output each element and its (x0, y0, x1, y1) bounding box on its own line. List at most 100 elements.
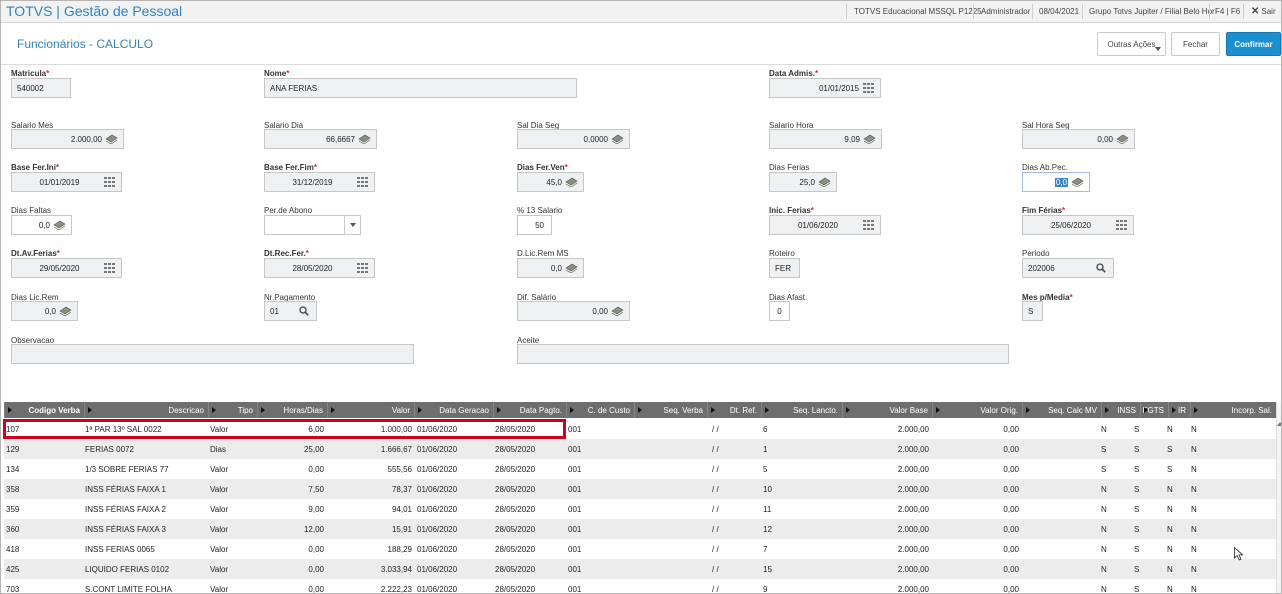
base-fer-fim-field[interactable]: 31/12/2019 (264, 172, 375, 192)
scroll-up-icon[interactable] (1277, 422, 1281, 426)
money-icon[interactable] (862, 132, 876, 146)
table-row[interactable]: 107 1ª PAR 13º SAL 0022 Valor 6,00 1.000,00 0… (4, 419, 1276, 439)
dt-rec-fer-field[interactable]: 28/05/2020 (264, 258, 375, 278)
sort-arrow-icon[interactable] (765, 407, 769, 413)
table-row[interactable]: 358 INSS FÉRIAS FAIXA 1 Valor 7,50 78,37 01/0… (4, 479, 1276, 499)
sort-arrow-icon[interactable] (497, 407, 501, 413)
confirm-button[interactable]: Confirmar (1226, 32, 1281, 56)
sort-arrow-icon[interactable] (936, 407, 940, 413)
sort-arrow-icon[interactable] (570, 407, 574, 413)
money-icon[interactable] (52, 218, 66, 232)
column-header[interactable]: Valor (327, 402, 414, 418)
column-header[interactable]: Seq. Lancto. (761, 402, 842, 418)
close-button[interactable]: Fechar (1171, 32, 1220, 56)
sort-arrow-icon[interactable] (1144, 407, 1148, 413)
sort-arrow-icon[interactable] (1026, 407, 1030, 413)
table-row[interactable]: 129 FERIAS 0072 Dias 25,00 1.666,67 01/06/202… (4, 439, 1276, 459)
pct-13-salario-field[interactable]: 50 (517, 215, 552, 235)
calendar-icon[interactable] (861, 218, 875, 232)
money-icon[interactable] (610, 132, 624, 146)
chevron-down-icon[interactable] (344, 216, 360, 234)
dias-lic-rem-field[interactable]: 0,0 (11, 301, 78, 321)
sort-arrow-icon[interactable] (88, 407, 92, 413)
sort-arrow-icon[interactable] (1194, 407, 1198, 413)
aceite-field[interactable] (517, 344, 1009, 364)
shortcut-label[interactable]: F4 | F6 (1215, 7, 1240, 16)
column-header[interactable]: Seq. Verba (634, 402, 707, 418)
vertical-scrollbar[interactable] (1276, 402, 1281, 593)
roteiro-field[interactable]: FER (769, 258, 800, 278)
table-row[interactable]: 425 LIQUIDO FERIAS 0102 Valor 0,00 3.033,94 0… (4, 559, 1276, 579)
dias-afast-field[interactable]: 0 (769, 301, 790, 321)
sort-arrow-icon[interactable] (261, 407, 265, 413)
column-header[interactable]: Tipo (208, 402, 257, 418)
dt-av-ferias-field[interactable]: 29/05/2020 (11, 258, 122, 278)
sort-arrow-icon[interactable] (1105, 407, 1109, 413)
mes-p-media-field[interactable]: S (1022, 301, 1043, 321)
sort-arrow-icon[interactable] (638, 407, 642, 413)
column-header[interactable]: Horas/Dias (257, 402, 327, 418)
column-header[interactable]: Codigo Verba (4, 402, 84, 418)
column-header[interactable]: Dt. Ref. (707, 402, 761, 418)
column-header[interactable]: FGTS (1140, 402, 1168, 418)
money-icon[interactable] (1115, 132, 1129, 146)
nome-field[interactable]: ANA FERIAS (264, 78, 577, 98)
column-header[interactable]: Data Pagto. (493, 402, 566, 418)
search-icon[interactable] (297, 304, 311, 318)
column-header[interactable]: Data Geracao (414, 402, 493, 418)
nr-pagamento-field[interactable]: 01 (264, 301, 317, 321)
column-header[interactable]: Seq. Calc MV (1022, 402, 1101, 418)
periodo-field[interactable]: 202006 (1022, 258, 1114, 278)
salario-dia-field[interactable]: 66,6667 (264, 129, 377, 149)
table-row[interactable]: 359 INSS FÉRIAS FAIXA 2 Valor 9,00 94,01 01/0… (4, 499, 1276, 519)
dias-ferias-field[interactable]: 25,0 (769, 172, 837, 192)
base-fer-ini-field[interactable]: 01/01/2019 (11, 172, 122, 192)
table-row[interactable]: 418 INSS FERIAS 0065 Valor 0,00 188,29 01/06/… (4, 539, 1276, 559)
sort-arrow-icon[interactable] (846, 407, 850, 413)
sort-arrow-icon[interactable] (212, 407, 216, 413)
sort-arrow-icon[interactable] (331, 407, 335, 413)
calendar-icon[interactable] (102, 261, 116, 275)
money-icon[interactable] (357, 132, 371, 146)
column-header[interactable]: Valor Base (842, 402, 932, 418)
table-row[interactable]: 360 INSS FÉRIAS FAIXA 3 Valor 12,00 15,91 01/… (4, 519, 1276, 539)
table-row[interactable]: 703 S.CONT LIMITE FOLHA Valor 0,00 2.222,23 0… (4, 579, 1276, 594)
column-header[interactable]: INSS (1101, 402, 1140, 418)
inic-ferias-field[interactable]: 01/06/2020 (769, 215, 881, 235)
sort-arrow-icon[interactable] (1172, 407, 1176, 413)
sort-arrow-icon[interactable] (418, 407, 422, 413)
sal-hora-seg-field[interactable]: 0,00 (1022, 129, 1135, 149)
column-header[interactable]: C. de Custo (566, 402, 634, 418)
money-icon[interactable] (58, 304, 72, 318)
calendar-icon[interactable] (861, 81, 875, 95)
calendar-icon[interactable] (1114, 218, 1128, 232)
money-icon[interactable] (564, 175, 578, 189)
data-admis-field[interactable]: 01/01/2015 (769, 78, 881, 98)
dif-salario-field[interactable]: 0,00 (517, 301, 630, 321)
per-abono-select[interactable] (264, 215, 361, 235)
dias-ab-pec-field[interactable]: 0,0 (1022, 172, 1090, 192)
observacao-field[interactable] (11, 344, 414, 364)
money-icon[interactable] (817, 175, 831, 189)
other-actions-button[interactable]: Outras Ações (1097, 32, 1166, 56)
dias-faltas-field[interactable]: 0,0 (11, 215, 72, 235)
money-icon[interactable] (1070, 175, 1084, 189)
dias-fer-ven-field[interactable]: 45,0 (517, 172, 584, 192)
sort-arrow-icon[interactable] (8, 407, 12, 413)
money-icon[interactable] (564, 261, 578, 275)
column-header[interactable]: IR (1168, 402, 1190, 418)
search-icon[interactable] (1094, 261, 1108, 275)
column-header[interactable]: Valor Orig. (932, 402, 1022, 418)
sort-arrow-icon[interactable] (711, 407, 715, 413)
fim-ferias-field[interactable]: 25/06/2020 (1022, 215, 1134, 235)
calendar-icon[interactable] (355, 261, 369, 275)
matricula-field[interactable]: 540002 (11, 78, 71, 98)
calendar-icon[interactable] (355, 175, 369, 189)
column-header[interactable]: Descricao (84, 402, 208, 418)
exit-button[interactable]: ✕ Sair (1251, 6, 1276, 17)
d-lic-rem-ms-field[interactable]: 0,0 (517, 258, 584, 278)
table-row[interactable]: 134 1/3 SOBRE FERIAS 77 Valor 0,00 555,56 01/… (4, 459, 1276, 479)
column-header[interactable]: Incorp. Sal. (1190, 402, 1276, 418)
salario-hora-field[interactable]: 9,09 (769, 129, 882, 149)
salario-mes-field[interactable]: 2.000,00 (11, 129, 124, 149)
